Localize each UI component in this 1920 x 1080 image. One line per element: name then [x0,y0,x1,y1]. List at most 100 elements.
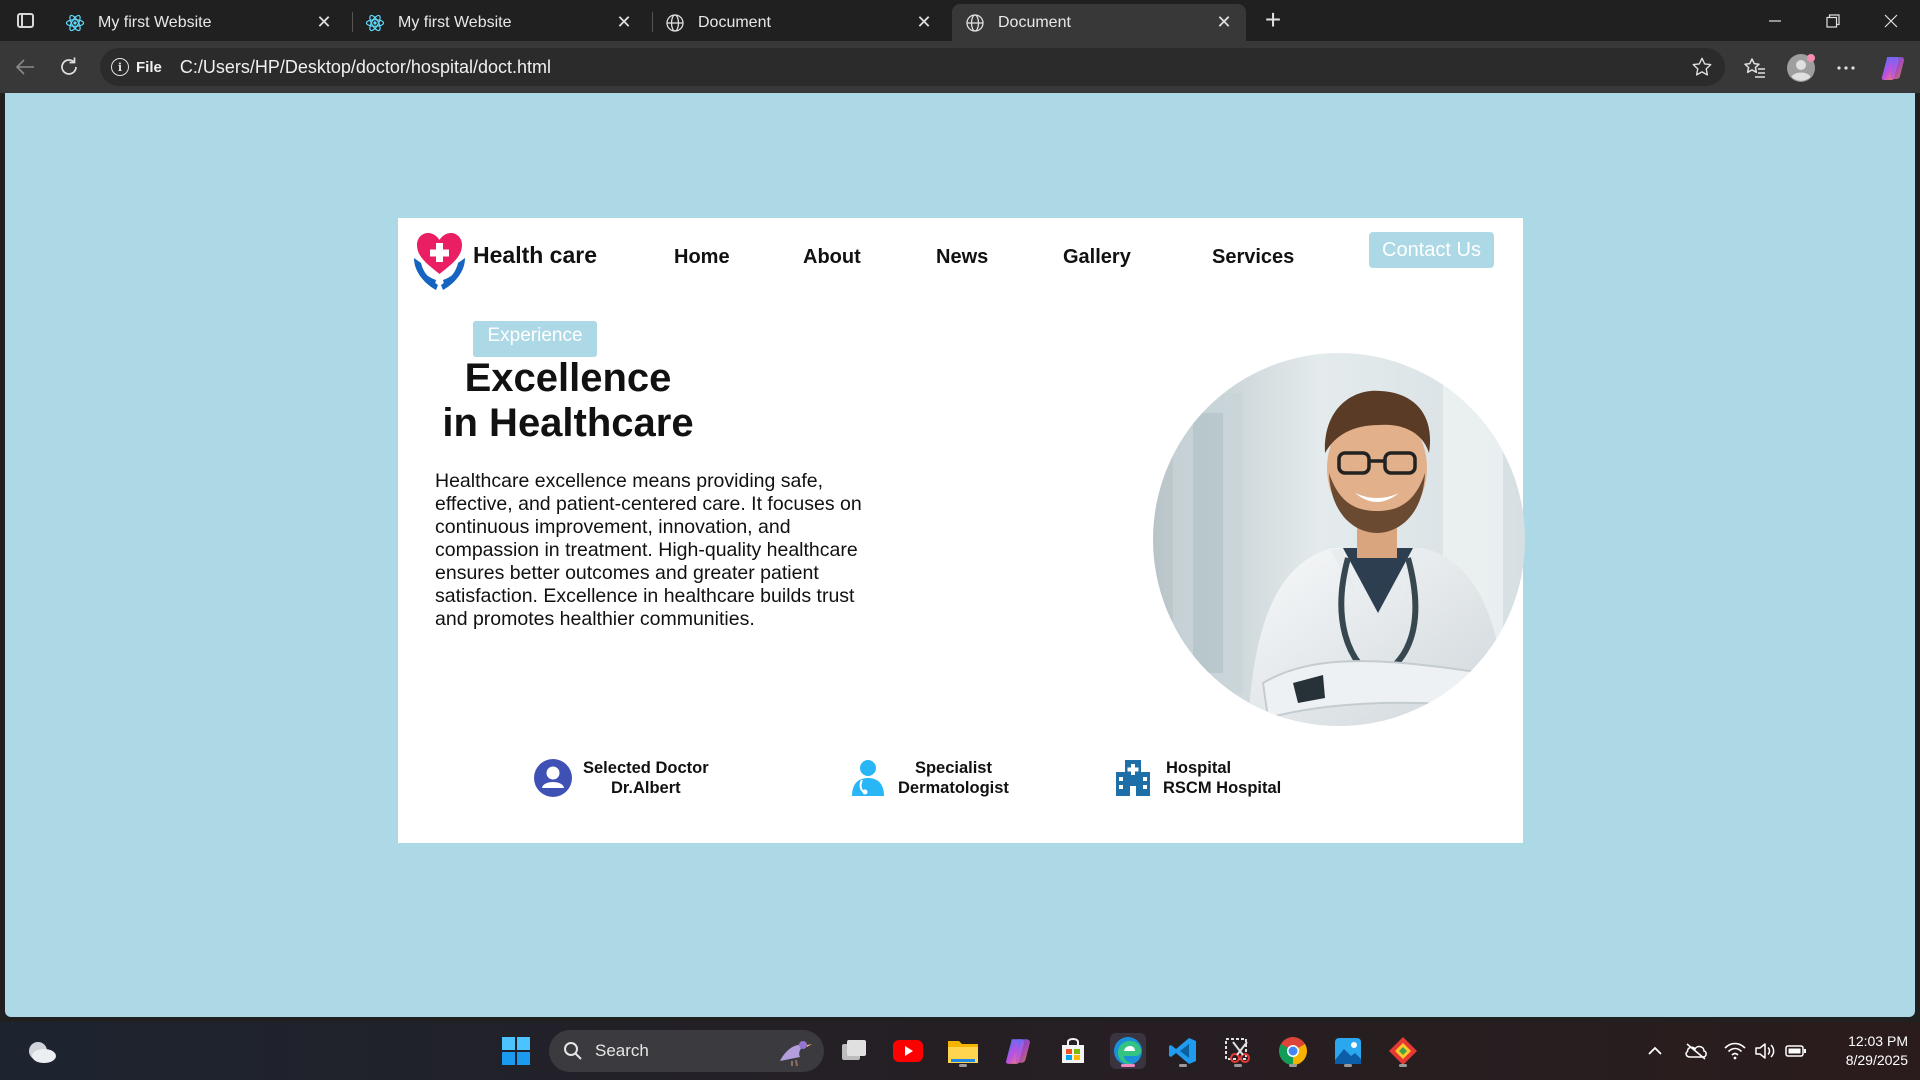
browser-tab[interactable]: My first Website ✕ [352,4,646,41]
browser-tab[interactable]: My first Website ✕ [52,4,346,41]
close-icon[interactable]: ✕ [914,12,934,33]
taskbar-search[interactable]: Search [549,1030,824,1072]
profile-button[interactable] [1784,51,1818,85]
hero-card: Health care Home About News Gallery Serv… [398,218,1525,843]
nav-about-link[interactable]: About [803,246,861,269]
back-button[interactable] [9,51,41,83]
volume-status[interactable] [1752,1022,1778,1080]
browser-tab[interactable]: Document ✕ [652,4,946,41]
page-viewport: Health care Home About News Gallery Serv… [5,93,1915,1017]
heart-hands-logo-icon[interactable] [412,230,467,293]
photos-app[interactable] [1330,1033,1366,1069]
restore-icon [1826,13,1840,28]
stat-label: Selected Doctor [583,759,709,777]
copilot-app[interactable] [1000,1033,1036,1069]
nav-gallery-link[interactable]: Gallery [1063,246,1131,269]
running-indicator [1399,1064,1407,1067]
globe-icon [664,12,686,34]
refresh-button[interactable] [53,51,85,83]
hero-title: Excellence in Healthcare [433,356,703,446]
snipping-tool-app[interactable] [1220,1033,1256,1069]
react-icon [364,12,386,34]
git-tool-app[interactable] [1385,1033,1421,1069]
diamond-tool-icon [1389,1037,1417,1065]
browser-toolbar: i File C:/Users/HP/Desktop/doctor/hospit… [0,41,1920,93]
new-tab-button[interactable]: + [1258,6,1288,36]
hero-title-line2: in Healthcare [442,401,694,445]
scheme-label: File [136,58,162,76]
nav-home-link[interactable]: Home [674,246,730,269]
chrome-app[interactable] [1275,1033,1311,1069]
wifi-status[interactable] [1722,1022,1748,1080]
search-icon [564,1042,582,1060]
file-explorer-app[interactable] [945,1033,981,1069]
address-bar[interactable]: i File C:/Users/HP/Desktop/doctor/hospit… [100,48,1725,86]
running-indicator [1344,1064,1352,1067]
running-indicator [959,1064,967,1067]
browser-tab-active[interactable]: Document ✕ [952,4,1246,41]
minimize-button[interactable] [1746,0,1804,41]
info-icon[interactable]: i [111,58,129,76]
folder-icon [948,1041,978,1063]
edge-app[interactable] [1110,1033,1146,1069]
contact-us-button[interactable]: Contact Us [1369,232,1494,268]
show-hidden-icons-button[interactable] [1642,1022,1668,1080]
battery-status[interactable] [1782,1022,1810,1080]
microsoft-store-app[interactable] [1055,1033,1091,1069]
stat-specialist: Specialist Dermatologist [848,758,1009,798]
doctor-photo [1153,353,1525,726]
stat-value: Dr.Albert [610,779,681,797]
youtube-app[interactable] [890,1033,926,1069]
favorite-star-icon[interactable] [1691,56,1713,83]
tab-actions-button[interactable] [12,9,38,31]
stat-text: Specialist Dermatologist [898,758,1009,798]
bird-search-highlight-icon [780,1041,812,1067]
settings-more-button[interactable] [1829,51,1863,85]
stat-label: Hospital [1166,759,1232,777]
close-window-button[interactable] [1862,0,1920,41]
cloud-icon [29,1042,56,1063]
stat-value: RSCM Hospital [1163,779,1282,797]
favorites-button[interactable] [1738,51,1772,85]
nav-services-link[interactable]: Services [1212,246,1294,269]
restore-button[interactable] [1804,0,1862,41]
store-icon [1062,1038,1084,1063]
more-icon [1837,66,1855,70]
stat-value: Dermatologist [898,779,1009,797]
stat-text: Selected Doctor Dr.Albert [583,758,709,798]
url-text[interactable]: C:/Users/HP/Desktop/doctor/hospital/doct… [180,57,551,78]
wifi-icon [1724,1042,1746,1060]
task-view-icon [842,1040,866,1060]
onedrive-status[interactable] [1682,1022,1710,1080]
running-indicator [1179,1064,1187,1067]
close-icon[interactable]: ✕ [314,12,334,33]
vscode-icon [1169,1038,1196,1064]
globe-icon [964,12,986,34]
vscode-app[interactable] [1165,1033,1201,1069]
start-button[interactable] [498,1033,534,1069]
close-icon[interactable]: ✕ [614,12,634,33]
doctor-icon [848,758,888,798]
chrome-icon [1279,1037,1307,1065]
active-indicator [1121,1064,1135,1067]
nav-news-link[interactable]: News [936,246,988,269]
copilot-button[interactable] [1876,51,1910,85]
clock[interactable]: 12:03 PM 8/29/2025 [1818,1032,1908,1070]
weather-widget[interactable] [24,1033,60,1069]
running-indicator [1234,1064,1242,1067]
hero-description: Healthcare excellence means providing sa… [435,470,862,630]
react-icon [64,12,86,34]
stat-text: Hospital RSCM Hospital [1163,758,1281,798]
close-icon[interactable]: ✕ [1214,12,1234,33]
search-placeholder: Search [595,1041,649,1060]
stat-hospital: Hospital RSCM Hospital [1113,758,1281,798]
windows-taskbar: Search 12:03 PM 8/29/2025 [0,1022,1920,1080]
stat-selected-doctor: Selected Doctor Dr.Albert [533,758,709,798]
minimize-icon [1769,19,1781,22]
hospital-icon [1113,758,1153,798]
close-icon [1884,14,1898,27]
task-view-button[interactable] [836,1033,872,1069]
tab-title: My first Website [98,13,212,31]
avatar [1787,54,1815,82]
brand-name: Health care [473,242,598,268]
